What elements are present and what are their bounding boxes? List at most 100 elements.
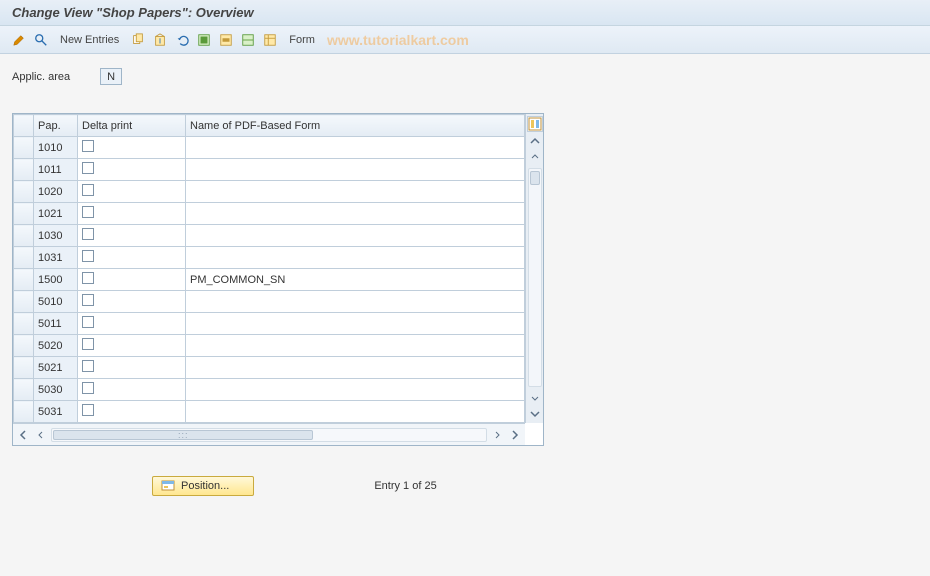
column-header-select[interactable] xyxy=(14,115,34,137)
delta-print-cell[interactable] xyxy=(78,357,186,379)
row-selector[interactable] xyxy=(14,181,34,203)
pdf-form-cell[interactable] xyxy=(186,203,525,225)
deselect-all-icon[interactable] xyxy=(239,31,257,49)
applic-area-value[interactable]: N xyxy=(100,68,122,85)
delta-print-checkbox[interactable] xyxy=(82,272,94,284)
row-selector[interactable] xyxy=(14,313,34,335)
scroll-left-icon[interactable] xyxy=(15,427,31,443)
row-selector[interactable] xyxy=(14,137,34,159)
new-entries-button[interactable]: New Entries xyxy=(54,34,125,46)
pdf-form-cell[interactable] xyxy=(186,181,525,203)
table-settings-icon[interactable] xyxy=(261,31,279,49)
delta-print-checkbox[interactable] xyxy=(82,184,94,196)
pap-cell[interactable]: 1020 xyxy=(34,181,78,203)
scroll-row-down-icon[interactable] xyxy=(528,391,542,405)
pap-cell[interactable]: 1021 xyxy=(34,203,78,225)
delta-print-cell[interactable] xyxy=(78,335,186,357)
pdf-form-cell[interactable] xyxy=(186,291,525,313)
configure-columns-icon[interactable] xyxy=(527,116,543,132)
delta-print-checkbox[interactable] xyxy=(82,338,94,350)
column-header-pdf[interactable]: Name of PDF-Based Form xyxy=(186,115,525,137)
delta-print-checkbox[interactable] xyxy=(82,250,94,262)
v-scroll-track[interactable] xyxy=(528,168,542,387)
row-selector[interactable] xyxy=(14,357,34,379)
pdf-form-cell[interactable] xyxy=(186,137,525,159)
pap-cell[interactable]: 5011 xyxy=(34,313,78,335)
form-button[interactable]: Form xyxy=(283,34,321,46)
delta-print-cell[interactable] xyxy=(78,203,186,225)
delta-print-checkbox[interactable] xyxy=(82,206,94,218)
pap-cell[interactable]: 1030 xyxy=(34,225,78,247)
position-button[interactable]: Position... xyxy=(152,476,254,496)
select-all-icon[interactable] xyxy=(195,31,213,49)
column-header-delta[interactable]: Delta print xyxy=(78,115,186,137)
horizontal-scrollbar[interactable]: ::: xyxy=(13,423,525,445)
delta-print-cell[interactable] xyxy=(78,291,186,313)
pdf-form-cell[interactable] xyxy=(186,335,525,357)
pap-cell[interactable]: 5010 xyxy=(34,291,78,313)
delta-print-cell[interactable] xyxy=(78,313,186,335)
pap-cell[interactable]: 1010 xyxy=(34,137,78,159)
copy-as-icon[interactable] xyxy=(129,31,147,49)
pap-cell[interactable]: 1011 xyxy=(34,159,78,181)
pap-cell[interactable]: 5020 xyxy=(34,335,78,357)
delta-print-cell[interactable] xyxy=(78,137,186,159)
delta-print-checkbox[interactable] xyxy=(82,404,94,416)
delete-icon[interactable] xyxy=(151,31,169,49)
pap-cell[interactable]: 1031 xyxy=(34,247,78,269)
find-icon[interactable] xyxy=(32,31,50,49)
pap-cell[interactable]: 1500 xyxy=(34,269,78,291)
toggle-display-change-icon[interactable] xyxy=(10,31,28,49)
delta-print-checkbox[interactable] xyxy=(82,316,94,328)
undo-change-icon[interactable] xyxy=(173,31,191,49)
pdf-form-cell[interactable] xyxy=(186,225,525,247)
delta-print-checkbox[interactable] xyxy=(82,360,94,372)
row-selector[interactable] xyxy=(14,291,34,313)
delta-print-cell[interactable] xyxy=(78,401,186,423)
row-selector[interactable] xyxy=(14,159,34,181)
pap-cell[interactable]: 5031 xyxy=(34,401,78,423)
delta-print-cell[interactable] xyxy=(78,181,186,203)
scroll-down-icon[interactable] xyxy=(528,407,542,421)
pdf-form-cell[interactable] xyxy=(186,357,525,379)
row-selector[interactable] xyxy=(14,225,34,247)
row-selector[interactable] xyxy=(14,203,34,225)
pdf-form-cell[interactable] xyxy=(186,401,525,423)
h-scroll-track[interactable]: ::: xyxy=(51,428,487,442)
delta-print-cell[interactable] xyxy=(78,159,186,181)
scroll-up-icon[interactable] xyxy=(528,134,542,148)
delta-print-checkbox[interactable] xyxy=(82,382,94,394)
pdf-form-cell[interactable] xyxy=(186,313,525,335)
h-scroll-thumb[interactable]: ::: xyxy=(53,430,313,440)
vertical-scrollbar[interactable] xyxy=(525,114,543,423)
select-block-icon[interactable] xyxy=(217,31,235,49)
v-scroll-thumb[interactable] xyxy=(530,171,540,185)
shop-papers-table: Pap. Delta print Name of PDF-Based Form … xyxy=(12,113,544,446)
delta-print-checkbox[interactable] xyxy=(82,140,94,152)
pdf-form-cell[interactable] xyxy=(186,379,525,401)
scroll-right-icon[interactable] xyxy=(507,427,523,443)
pap-cell[interactable]: 5030 xyxy=(34,379,78,401)
row-selector[interactable] xyxy=(14,379,34,401)
delta-print-cell[interactable] xyxy=(78,247,186,269)
delta-print-cell[interactable] xyxy=(78,225,186,247)
delta-print-checkbox[interactable] xyxy=(82,162,94,174)
delta-print-checkbox[interactable] xyxy=(82,228,94,240)
column-header-pap[interactable]: Pap. xyxy=(34,115,78,137)
scroll-col-left-icon[interactable] xyxy=(33,427,49,443)
row-selector[interactable] xyxy=(14,335,34,357)
delta-print-cell[interactable] xyxy=(78,269,186,291)
pdf-form-cell[interactable]: PM_COMMON_SN xyxy=(186,269,525,291)
row-selector[interactable] xyxy=(14,269,34,291)
scroll-row-up-icon[interactable] xyxy=(528,150,542,164)
row-selector[interactable] xyxy=(14,401,34,423)
scroll-col-right-icon[interactable] xyxy=(489,427,505,443)
position-button-label: Position... xyxy=(181,480,229,492)
pdf-form-cell[interactable] xyxy=(186,159,525,181)
toolbar: New Entries Form www.tutorialkart.com xyxy=(0,26,930,54)
pap-cell[interactable]: 5021 xyxy=(34,357,78,379)
delta-print-checkbox[interactable] xyxy=(82,294,94,306)
pdf-form-cell[interactable] xyxy=(186,247,525,269)
row-selector[interactable] xyxy=(14,247,34,269)
delta-print-cell[interactable] xyxy=(78,379,186,401)
